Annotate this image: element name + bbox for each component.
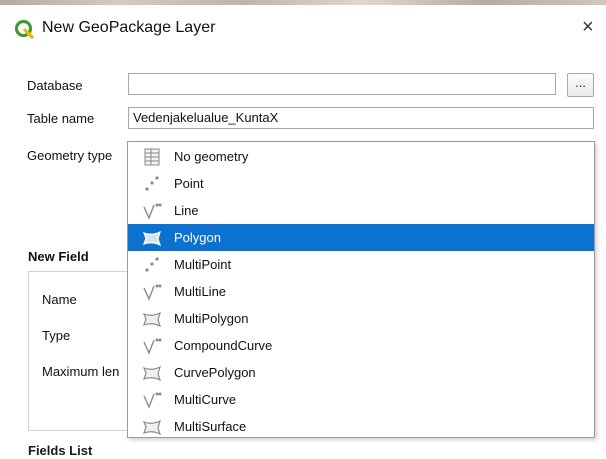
- new-field-section-label: New Field: [28, 249, 89, 264]
- name-label: Name: [42, 292, 77, 307]
- dropdown-item-label: MultiPoint: [174, 257, 232, 272]
- dropdown-item-label: MultiPolygon: [174, 311, 249, 326]
- point-icon: [145, 257, 159, 272]
- dropdown-item-line[interactable]: Line: [128, 197, 594, 224]
- database-field[interactable]: [128, 73, 556, 95]
- dropdown-item-multipolygon[interactable]: MultiPolygon: [128, 305, 594, 332]
- dropdown-item-curvepolygon[interactable]: CurvePolygon: [128, 359, 594, 386]
- line-icon: [143, 338, 162, 355]
- dropdown-item-label: MultiCurve: [174, 392, 237, 407]
- dropdown-item-multipoint[interactable]: MultiPoint: [128, 251, 594, 278]
- dropdown-item-label: CurvePolygon: [174, 365, 256, 380]
- dropdown-item-multicurve[interactable]: MultiCurve: [128, 386, 594, 413]
- dropdown-item-label: Line: [174, 203, 199, 218]
- polygon-icon: [142, 311, 162, 328]
- line-icon: [143, 392, 162, 409]
- point-icon: [145, 176, 159, 191]
- geometry-type-label: Geometry type: [27, 148, 113, 163]
- type-label: Type: [42, 328, 71, 343]
- dropdown-item-multiline[interactable]: MultiLine: [128, 278, 594, 305]
- database-label: Database: [27, 78, 83, 93]
- dropdown-item-compoundcurve[interactable]: CompoundCurve: [128, 332, 594, 359]
- geometry-type-dropdown-list: No geometry Point Line Polygon MultiPoin…: [127, 141, 595, 438]
- polygon-icon: [142, 419, 162, 436]
- dropdown-item-label: MultiLine: [174, 284, 227, 299]
- title-bar: New GeoPackage Layer ×: [0, 5, 606, 51]
- dropdown-item-point[interactable]: Point: [128, 170, 594, 197]
- dropdown-item-no-geometry[interactable]: No geometry: [128, 143, 594, 170]
- qgis-logo-icon: [14, 19, 34, 39]
- browse-button[interactable]: ...: [567, 73, 594, 97]
- polygon-icon: [142, 365, 162, 382]
- table-name-field[interactable]: Vedenjakelualue_KuntaX: [128, 107, 594, 129]
- close-icon[interactable]: ×: [582, 16, 594, 39]
- polygon-icon: [142, 230, 162, 247]
- table-icon: [144, 148, 160, 166]
- dropdown-item-label: CompoundCurve: [174, 338, 273, 353]
- dropdown-item-label: Point: [174, 176, 204, 191]
- maximum-length-label: Maximum len: [42, 364, 120, 379]
- new-field-groupbox: Name Type Maximum len: [28, 271, 140, 431]
- dropdown-item-label: Polygon: [174, 230, 221, 245]
- window-title: New GeoPackage Layer: [42, 19, 216, 36]
- dropdown-item-label: MultiSurface: [174, 419, 247, 434]
- fields-list-section-label: Fields List: [28, 443, 93, 458]
- line-icon: [143, 203, 162, 220]
- table-name-label: Table name: [27, 111, 95, 126]
- dropdown-item-label: No geometry: [174, 149, 249, 164]
- dropdown-item-multisurface[interactable]: MultiSurface: [128, 413, 594, 440]
- line-icon: [143, 284, 162, 301]
- dropdown-item-polygon[interactable]: Polygon: [128, 224, 594, 251]
